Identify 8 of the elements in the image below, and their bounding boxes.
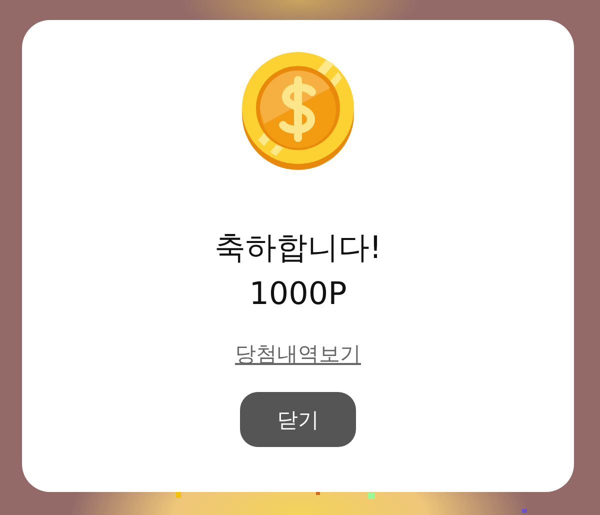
congratulations-title: 축하합니다! bbox=[214, 229, 382, 268]
close-button[interactable]: 닫기 bbox=[240, 392, 356, 447]
confetti-piece bbox=[368, 493, 375, 499]
points-amount: 1000P bbox=[249, 275, 347, 314]
confetti-piece bbox=[316, 492, 320, 495]
confetti-piece bbox=[522, 509, 527, 513]
history-link[interactable]: 당첨내역보기 bbox=[235, 340, 361, 368]
confetti-piece bbox=[176, 492, 181, 498]
